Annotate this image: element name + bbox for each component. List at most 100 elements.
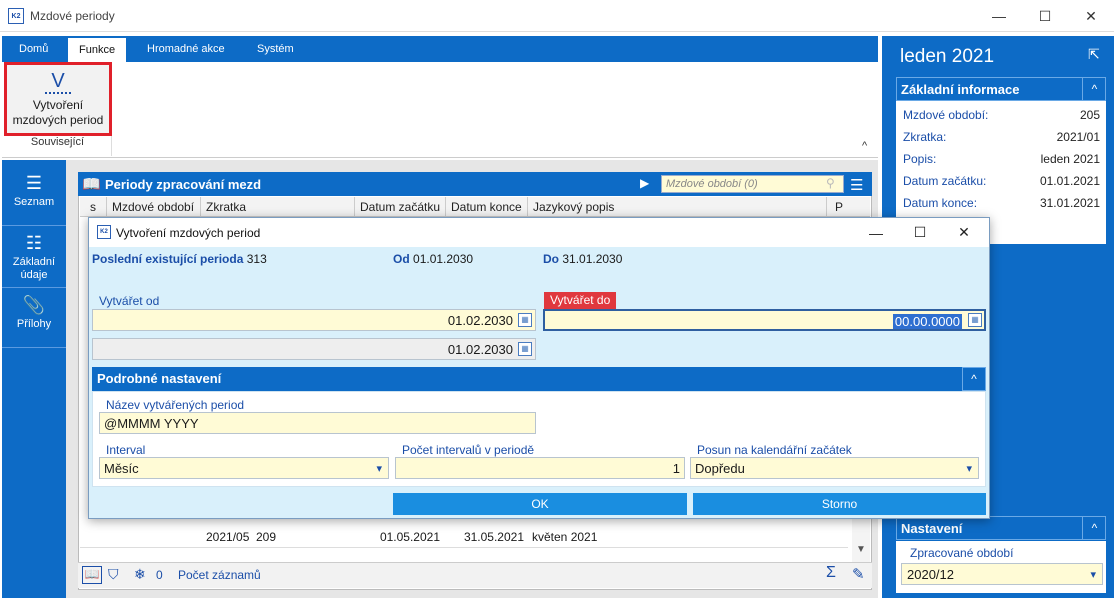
col-divider: [527, 197, 528, 217]
open-external-icon[interactable]: ⇱: [1088, 46, 1100, 63]
create-periods-label-1: Vytvoření: [32, 98, 84, 112]
settings-label: Zpracované období: [910, 546, 1014, 560]
shift-select[interactable]: Dopředu ▾: [690, 457, 979, 479]
info-value-obdobi: 205: [1079, 108, 1100, 122]
od-value: 01.01.2030: [413, 252, 474, 266]
record-count-label[interactable]: Počet záznamů: [178, 568, 261, 582]
processed-period-select[interactable]: 2020/12 ▾: [901, 563, 1103, 585]
info-label-obdobi: Mzdové období:: [903, 108, 989, 122]
nav-item-zakladni-udaje[interactable]: ☷ Základní údaje: [2, 230, 66, 288]
collapse-ribbon-icon[interactable]: ^: [862, 140, 867, 152]
book-icon: 📖: [82, 176, 101, 193]
tab-domu[interactable]: Domů: [8, 36, 59, 62]
info-label-popis: Popis:: [903, 152, 937, 166]
count-field[interactable]: 1: [395, 457, 685, 479]
create-periods-icon: V: [51, 70, 65, 92]
last-period-label: Poslední existující perioda: [92, 252, 244, 266]
from-date-value: 01.02.2030: [447, 313, 513, 328]
dialog-minimize-button[interactable]: —: [854, 218, 898, 247]
info-value-zacatek: 01.01.2021: [1039, 174, 1100, 188]
from-date-readonly: 01.02.2030 ▦: [92, 338, 536, 360]
nav-label-prilohy: Přílohy: [16, 318, 52, 330]
info-label-zkratka: Zkratka:: [903, 130, 947, 144]
nav-item-prilohy[interactable]: 📎 Přílohy: [2, 292, 66, 348]
dots-divider: [45, 92, 71, 94]
dialog-close-button[interactable]: ✕: [942, 218, 986, 247]
do-value: 31.01.2030: [562, 252, 623, 266]
filter-icon[interactable]: ⛉: [108, 566, 119, 583]
tab-hromadne-akce[interactable]: Hromadné akce: [136, 36, 236, 62]
search-icon[interactable]: ⚲: [826, 176, 835, 190]
ribbon-body: [2, 62, 878, 158]
play-icon[interactable]: ▶: [640, 176, 649, 190]
window-title: Mzdové periody: [30, 9, 115, 23]
interval-select[interactable]: Měsíc ▾: [99, 457, 389, 479]
interval-value: Měsíc: [104, 461, 139, 476]
minimize-button[interactable]: —: [976, 0, 1022, 32]
ok-button[interactable]: OK: [393, 493, 687, 515]
scroll-down-icon[interactable]: ▼: [856, 544, 866, 555]
ribbon-group-label: Související: [4, 136, 112, 156]
maximize-button[interactable]: ☐: [1022, 0, 1068, 32]
tab-system[interactable]: Systém: [246, 36, 305, 62]
calendar-icon: ▦: [518, 342, 532, 356]
cell-popis: květen 2021: [532, 530, 598, 544]
do-info: Do 31.01.2030: [543, 252, 622, 266]
col-mzdove-obdobi[interactable]: Mzdové období: [112, 200, 194, 214]
record-count: 0: [156, 568, 163, 582]
col-jazykovy-popis[interactable]: Jazykový popis: [533, 200, 614, 214]
info-value-konec: 31.01.2021: [1039, 196, 1100, 210]
from-label: Vytvářet od: [99, 294, 160, 308]
to-label: Vytvářet do: [544, 292, 617, 309]
name-field[interactable]: @MMMM YYYY: [99, 412, 536, 434]
tab-funkce[interactable]: Funkce: [68, 38, 127, 62]
calendar-icon[interactable]: ▦: [968, 313, 982, 327]
cancel-button[interactable]: Storno: [693, 493, 986, 515]
cell-zacatek: 01.05.2021: [379, 530, 440, 544]
chevron-down-icon: ▾: [376, 463, 382, 475]
grid-menu-icon[interactable]: ☰: [850, 176, 863, 194]
chevron-down-icon: ▾: [966, 463, 972, 475]
last-period-info: Poslední existující perioda 313: [92, 252, 267, 266]
cell-zkratka: 2021/05: [206, 530, 250, 544]
edit-icon[interactable]: ✎: [852, 565, 865, 583]
section-header-zakladni-informace[interactable]: Základní informace: [896, 77, 1106, 101]
calendar-icon[interactable]: ▦: [518, 313, 532, 327]
col-p[interactable]: P: [835, 200, 843, 214]
sum-icon[interactable]: Σ: [826, 564, 836, 582]
from-date-ro-value: 01.02.2030: [447, 342, 513, 357]
title-bar: [0, 0, 1114, 32]
name-label: Název vytvářených period: [106, 398, 245, 412]
book-toggle-icon[interactable]: 📖: [82, 566, 102, 584]
col-zkratka[interactable]: Zkratka: [206, 200, 246, 214]
col-s[interactable]: s: [90, 200, 96, 214]
snowflake-icon[interactable]: ❄: [134, 566, 146, 583]
info-value-popis: leden 2021: [1040, 152, 1100, 166]
paperclip-icon: 📎: [22, 295, 46, 315]
shift-label: Posun na kalendářní začátek: [697, 443, 852, 457]
nav-item-seznam[interactable]: ☰ Seznam: [2, 170, 66, 226]
processed-period-value: 2020/12: [907, 567, 954, 582]
col-datum-konce[interactable]: Datum konce: [451, 200, 522, 214]
collapse-section-icon[interactable]: ^: [962, 367, 986, 391]
dialog-maximize-button[interactable]: ☐: [898, 218, 942, 247]
details-icon: ☷: [25, 233, 43, 253]
to-date-field[interactable]: 00.00.0000 ▦: [543, 309, 986, 331]
from-date-field[interactable]: 01.02.2030 ▦: [92, 309, 536, 331]
count-label: Počet intervalů v periodě: [402, 443, 535, 457]
grid-search-input[interactable]: Mzdové období (0): [661, 175, 844, 193]
col-divider: [106, 197, 107, 217]
interval-label: Interval: [106, 443, 146, 457]
col-divider: [826, 197, 827, 217]
create-periods-button[interactable]: V Vytvoření mzdových period: [4, 62, 112, 136]
od-label: Od: [393, 252, 410, 266]
collapse-info-icon[interactable]: ^: [1082, 77, 1106, 101]
col-datum-zacatku[interactable]: Datum začátku: [360, 200, 440, 214]
create-periods-label-2: mzdových period: [12, 113, 104, 127]
collapse-settings-icon[interactable]: ^: [1082, 516, 1106, 540]
section-header-nastaveni[interactable]: Nastavení: [896, 516, 1106, 540]
close-button[interactable]: ✕: [1068, 0, 1114, 32]
detailed-settings-header[interactable]: Podrobné nastavení: [92, 367, 986, 391]
info-label-zacatek: Datum začátku:: [903, 174, 987, 188]
table-row[interactable]: 209 2021/05 01.05.2021 31.05.2021 květen…: [80, 526, 848, 548]
